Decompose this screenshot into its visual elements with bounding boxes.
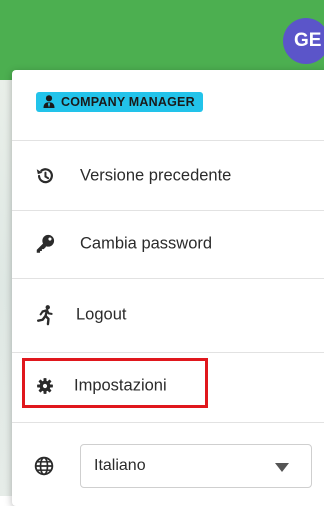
language-row: Italiano bbox=[12, 436, 324, 496]
language-select-value: Italiano bbox=[94, 457, 146, 474]
menu-item-previous-version[interactable]: Versione precedente bbox=[12, 142, 324, 210]
menu-item-logout[interactable]: Logout bbox=[12, 281, 324, 349]
menu-item-label: Logout bbox=[76, 305, 127, 324]
user-dropdown-menu: COMPANY MANAGER Versione precedente Camb… bbox=[12, 70, 324, 506]
key-icon bbox=[36, 234, 55, 253]
menu-item-label: Versione precedente bbox=[80, 166, 232, 185]
caret-down-icon bbox=[275, 463, 289, 472]
language-select[interactable]: Italiano bbox=[80, 444, 312, 488]
divider bbox=[12, 140, 324, 141]
divider bbox=[12, 278, 324, 279]
menu-item-change-password[interactable]: Cambia password bbox=[12, 210, 324, 278]
running-person-icon bbox=[37, 305, 53, 326]
divider bbox=[12, 422, 324, 423]
highlight-box bbox=[22, 358, 208, 408]
history-icon bbox=[36, 168, 53, 184]
role-badge-label: COMPANY MANAGER bbox=[61, 95, 195, 109]
globe-icon bbox=[34, 456, 54, 476]
role-row: COMPANY MANAGER bbox=[12, 70, 324, 140]
menu-item-label: Cambia password bbox=[80, 234, 213, 253]
user-avatar[interactable]: GE bbox=[283, 18, 324, 64]
role-badge: COMPANY MANAGER bbox=[36, 92, 203, 112]
user-tie-icon bbox=[43, 95, 55, 108]
app-header-bar: GE bbox=[0, 0, 324, 80]
